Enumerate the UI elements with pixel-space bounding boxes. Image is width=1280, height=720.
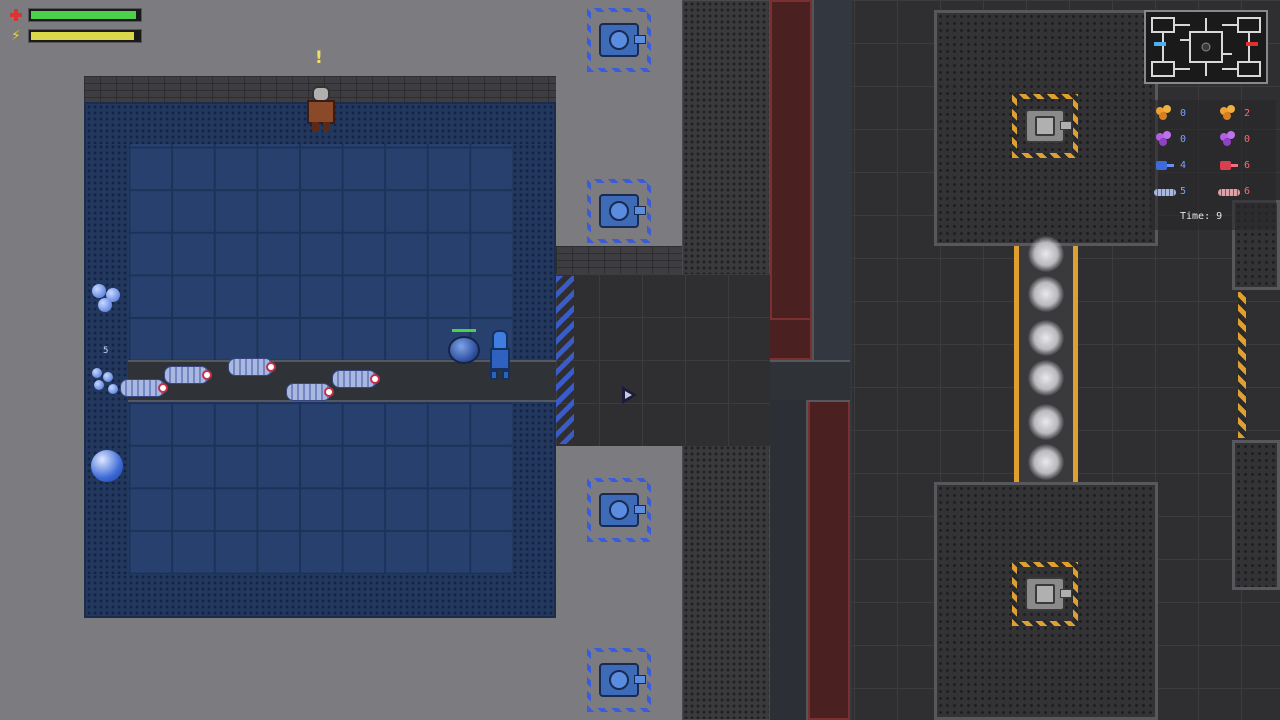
counter-row: 2 — [1218, 100, 1278, 126]
blue-turret — [587, 179, 651, 243]
counter-row: 0 — [1154, 126, 1214, 152]
counter-row: 5 — [1154, 178, 1214, 204]
turret-icon — [1025, 109, 1072, 143]
counter-value: 2 — [1244, 107, 1251, 119]
blue-worm-icon — [1154, 183, 1176, 199]
blue-team-counters: 0 0 4 5 — [1154, 100, 1214, 204]
grey-turret-lower — [1012, 562, 1078, 626]
blue-worm-enemy — [120, 379, 168, 397]
red-pipe-upper — [770, 0, 812, 360]
red-worm-icon — [1218, 183, 1240, 199]
counter-row: 0 — [1154, 100, 1214, 126]
npc-character — [306, 86, 336, 132]
counter-row: 6 — [1218, 152, 1278, 178]
counter-value: 4 — [1180, 159, 1187, 171]
drone-health-bar — [452, 329, 476, 332]
minimap — [1144, 10, 1268, 84]
red-cross-icon — [10, 9, 22, 21]
steam-cloud — [1028, 236, 1064, 272]
health-bar — [28, 8, 142, 22]
steam-cloud — [1028, 320, 1064, 356]
counter-row: 0 — [1218, 126, 1278, 152]
minimap-layout — [1146, 12, 1266, 82]
grey-turret-upper — [1012, 94, 1078, 158]
blue-turret-icon — [1154, 157, 1176, 173]
orange-cells-icon — [1154, 105, 1176, 121]
red-team-counters: 2 0 6 6 — [1218, 100, 1278, 204]
steam-cloud — [1028, 360, 1064, 396]
blue-turret — [587, 648, 651, 712]
blue-room-border-right — [512, 144, 554, 574]
steam-cloud — [1028, 404, 1064, 440]
hazard-strip-right — [1238, 292, 1246, 438]
blue-turret — [587, 8, 651, 72]
large-bubble-icon — [91, 450, 123, 482]
steam-cloud — [1028, 444, 1064, 480]
red-pipe-lower — [808, 400, 850, 720]
far-right-room-bottom — [1232, 440, 1280, 590]
blue-room-border-left — [86, 144, 128, 574]
counter-value: 6 — [1244, 159, 1251, 171]
blue-team-door — [556, 276, 574, 444]
energy-bar — [28, 29, 142, 43]
steam-cloud — [1028, 276, 1064, 312]
turret-icon — [1025, 577, 1072, 611]
red-turret-icon — [1218, 157, 1240, 173]
drone-companion — [448, 336, 480, 364]
room-counter: 5 — [103, 346, 109, 356]
counter-row: 4 — [1154, 152, 1214, 178]
lane-down-left — [770, 400, 808, 720]
health-bar-fill — [31, 11, 136, 19]
counter-value: 5 — [1180, 185, 1187, 197]
lightning-icon: ⚡ — [11, 28, 21, 44]
counter-value: 0 — [1180, 133, 1187, 145]
counter-value: 0 — [1244, 133, 1251, 145]
npc-alert: ! — [315, 48, 323, 68]
purple-cells-icon — [1218, 131, 1240, 147]
timer-text: Time: 9 — [1180, 211, 1223, 222]
blue-worm-enemy — [286, 383, 334, 401]
blue-worm-enemy — [164, 366, 212, 384]
counter-value: 6 — [1244, 185, 1251, 197]
energy-bar-fill — [31, 32, 134, 40]
turret-icon — [599, 493, 646, 527]
player-character[interactable] — [488, 330, 514, 382]
door-floor — [556, 274, 770, 446]
turret-icon — [599, 194, 646, 228]
door-wall — [556, 246, 682, 276]
purple-cells-icon — [1154, 131, 1176, 147]
bubble-cluster-icon — [90, 282, 126, 316]
turret-icon — [599, 663, 646, 697]
blue-turret — [587, 478, 651, 542]
blue-worm-enemy — [332, 370, 380, 388]
turret-icon — [599, 23, 646, 57]
counter-value: 0 — [1180, 107, 1187, 119]
orange-cells-icon — [1218, 105, 1240, 121]
blue-worm-enemy — [228, 358, 276, 376]
counter-row: 6 — [1218, 178, 1278, 204]
mouse-cursor-inner — [625, 391, 632, 399]
blue-room-border-bottom — [86, 574, 554, 616]
